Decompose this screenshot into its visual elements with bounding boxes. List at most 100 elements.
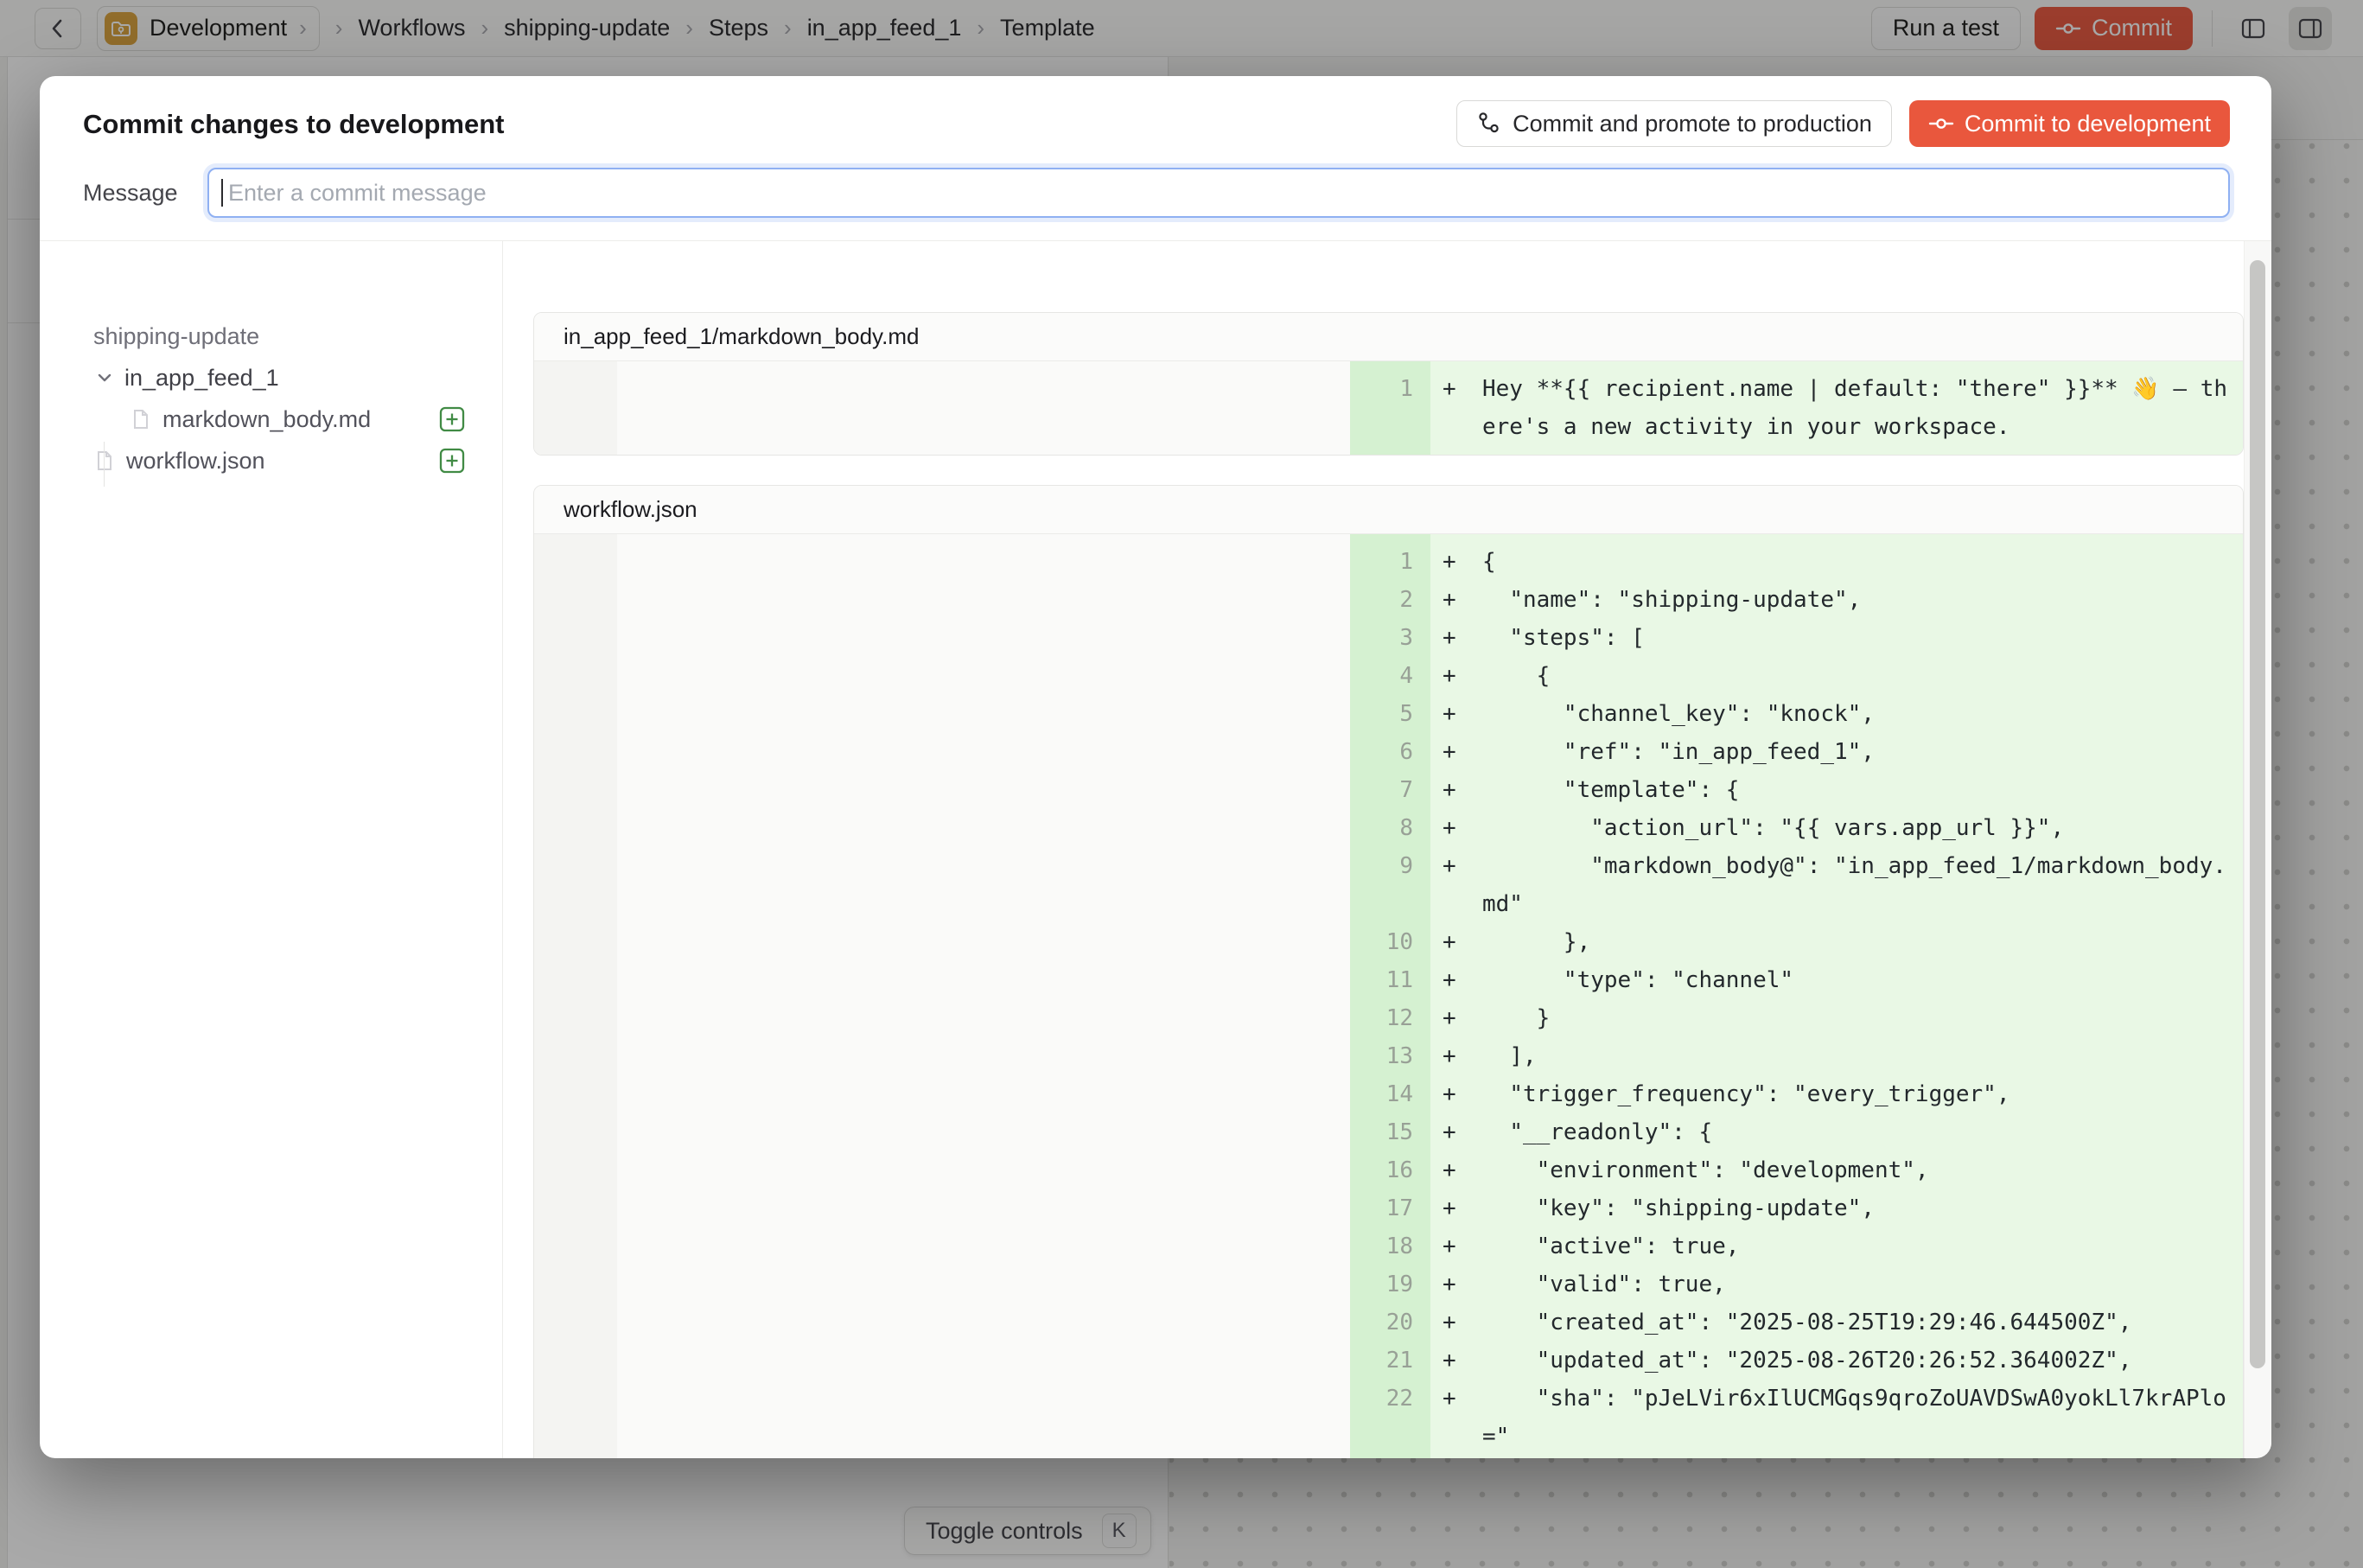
diff-old-line-number: [534, 771, 617, 809]
commit-modal: Commit changes to development Commit and…: [40, 76, 2271, 1458]
diff-added-sign: +: [1443, 619, 1482, 657]
commit-message-input[interactable]: [207, 168, 2230, 218]
diff-old-line-number: [534, 847, 617, 923]
diff-card-workflow-json: workflow.json 1+{2+ "name": "shipping-up…: [533, 485, 2244, 1458]
diff-old-code: [617, 1151, 1350, 1189]
diff-new-code: + ],: [1430, 1037, 2243, 1075]
diff-old-line-number: [534, 581, 617, 619]
diff-new-code: + "environment": "development",: [1430, 1151, 2243, 1189]
diff-new-code: + {: [1430, 657, 2243, 695]
diff-code-text: "action_url": "{{ vars.app_url }}",: [1482, 809, 2231, 847]
diff-new-code: + "type": "channel": [1430, 961, 2243, 999]
diff-new-line-number: 1: [1350, 543, 1430, 581]
diff-new-code: + "key": "shipping-update",: [1430, 1189, 2243, 1227]
diff-new-code: + "ref": "in_app_feed_1",: [1430, 733, 2243, 771]
chevron-down-icon: [93, 367, 116, 389]
tree-root-workflow[interactable]: shipping-update: [93, 317, 259, 355]
changed-files-tree: shipping-update in_app_feed_1 markdown_b…: [40, 241, 503, 1458]
diff-old-code: [617, 695, 1350, 733]
diff-old-line-number: [534, 1189, 617, 1227]
diff-added-sign: +: [1443, 1075, 1482, 1113]
diff-spacer: [534, 534, 617, 543]
diff-new-code: + "name": "shipping-update",: [1430, 581, 2243, 619]
diff-old-code: [617, 923, 1350, 961]
diff-code-text: "sha": "pJeLVir6xIlUCMGqs9qroZoUAVDSwA0y…: [1482, 1380, 2231, 1456]
diff-code-text: "environment": "development",: [1482, 1151, 2231, 1189]
diff-new-code: + "sha": "pJeLVir6xIlUCMGqs9qroZoUAVDSwA…: [1430, 1380, 2243, 1456]
diff-new-line-number: 13: [1350, 1037, 1430, 1075]
diff-new-line-number: 16: [1350, 1151, 1430, 1189]
diff-code-text: ],: [1482, 1037, 2231, 1075]
diff-new-line-number: 20: [1350, 1303, 1430, 1342]
diff-code-text: "name": "shipping-update",: [1482, 581, 2231, 619]
diff-added-sign: +: [1443, 733, 1482, 771]
promote-icon: [1476, 111, 1502, 137]
modal-body: shipping-update in_app_feed_1 markdown_b…: [40, 241, 2271, 1458]
diff-old-code: [617, 1342, 1350, 1380]
diff-old-line-number: [534, 961, 617, 999]
tree-file-row[interactable]: workflow.json: [93, 440, 502, 481]
diff-code-text: "created_at": "2025-08-25T19:29:46.64450…: [1482, 1303, 2231, 1342]
commit-and-promote-button[interactable]: Commit and promote to production: [1456, 100, 1892, 147]
modal-scrollbar-thumb[interactable]: [2250, 260, 2265, 1368]
diff-new-code: + "updated_at": "2025-08-26T20:26:52.364…: [1430, 1342, 2243, 1380]
diff-code-text: "__readonly": {: [1482, 1113, 2231, 1151]
diff-old-line-number: [534, 1075, 617, 1113]
diff-old-line-number: [534, 695, 617, 733]
commit-to-development-label: Commit to development: [1965, 111, 2211, 137]
diff-added-sign: +: [1443, 1037, 1482, 1075]
diff-card-filename: workflow.json: [534, 486, 2243, 534]
diff-added-sign: +: [1443, 961, 1482, 999]
diff-pane[interactable]: in_app_feed_1/markdown_body.md 1 + Hey **{…: [503, 241, 2271, 1458]
diff-new-code: + }: [1430, 999, 2243, 1037]
commit-to-development-button[interactable]: Commit to development: [1909, 100, 2230, 147]
diff-old-line-number: [534, 1151, 617, 1189]
diff-code-text: }: [1482, 999, 2231, 1037]
diff-old-line-number: [534, 1342, 617, 1380]
diff-old-line-number: [534, 1456, 617, 1458]
diff-spacer: [1350, 534, 1430, 543]
diff-code-text: Hey **{{ recipient.name | default: "ther…: [1482, 370, 2231, 446]
diff-code-text: "valid": true,: [1482, 1265, 2231, 1303]
tree-folder-row[interactable]: in_app_feed_1: [93, 357, 502, 398]
diff-new-line-number: 4: [1350, 657, 1430, 695]
diff-old-line-number: [534, 923, 617, 961]
diff-added-sign: +: [1443, 581, 1482, 619]
diff-added-sign: +: [1443, 543, 1482, 581]
diff-added-sign: +: [1443, 999, 1482, 1037]
text-caret: [221, 179, 223, 207]
diff-old-code: [617, 961, 1350, 999]
diff-added-sign: +: [1443, 771, 1482, 809]
diff-old-code: [617, 1189, 1350, 1227]
tree-folder-label: in_app_feed_1: [124, 365, 279, 392]
diff-new-line-number: 22: [1350, 1380, 1430, 1456]
diff-new-code: + "action_url": "{{ vars.app_url }}",: [1430, 809, 2243, 847]
diff-old-code: [617, 1265, 1350, 1303]
diff-spacer: [617, 446, 1350, 455]
modal-scrollbar-track[interactable]: [2244, 241, 2271, 1458]
diff-old-code: [617, 771, 1350, 809]
diff-old-code: [617, 1456, 1350, 1458]
diff-old-line-number: [534, 657, 617, 695]
diff-grid: 1+{2+ "name": "shipping-update",3+ "step…: [534, 534, 2243, 1458]
diff-code-text: "type": "channel": [1482, 961, 2231, 999]
diff-old-code: [617, 370, 1350, 446]
diff-card-filename: in_app_feed_1/markdown_body.md: [534, 313, 2243, 361]
message-label: Message: [83, 180, 207, 207]
diff-new-line-number: 23: [1350, 1456, 1430, 1458]
diff-added-sign: +: [1443, 1342, 1482, 1380]
tree-file-label: markdown_body.md: [162, 406, 371, 433]
diff-added-sign: +: [1443, 695, 1482, 733]
diff-code-text: "ref": "in_app_feed_1",: [1482, 733, 2231, 771]
diff-old-code: [617, 581, 1350, 619]
diff-old-line-number: [534, 809, 617, 847]
diff-code-text: "steps": [: [1482, 619, 2231, 657]
tree-file-row[interactable]: markdown_body.md: [130, 398, 502, 440]
file-icon: [130, 408, 152, 430]
added-file-badge: [438, 405, 466, 433]
diff-added-sign: +: [1443, 657, 1482, 695]
diff-spacer: [1430, 534, 2243, 543]
diff-old-code: [617, 733, 1350, 771]
diff-new-code: + "created_at": "2025-08-25T19:29:46.644…: [1430, 1303, 2243, 1342]
diff-old-code: [617, 1113, 1350, 1151]
